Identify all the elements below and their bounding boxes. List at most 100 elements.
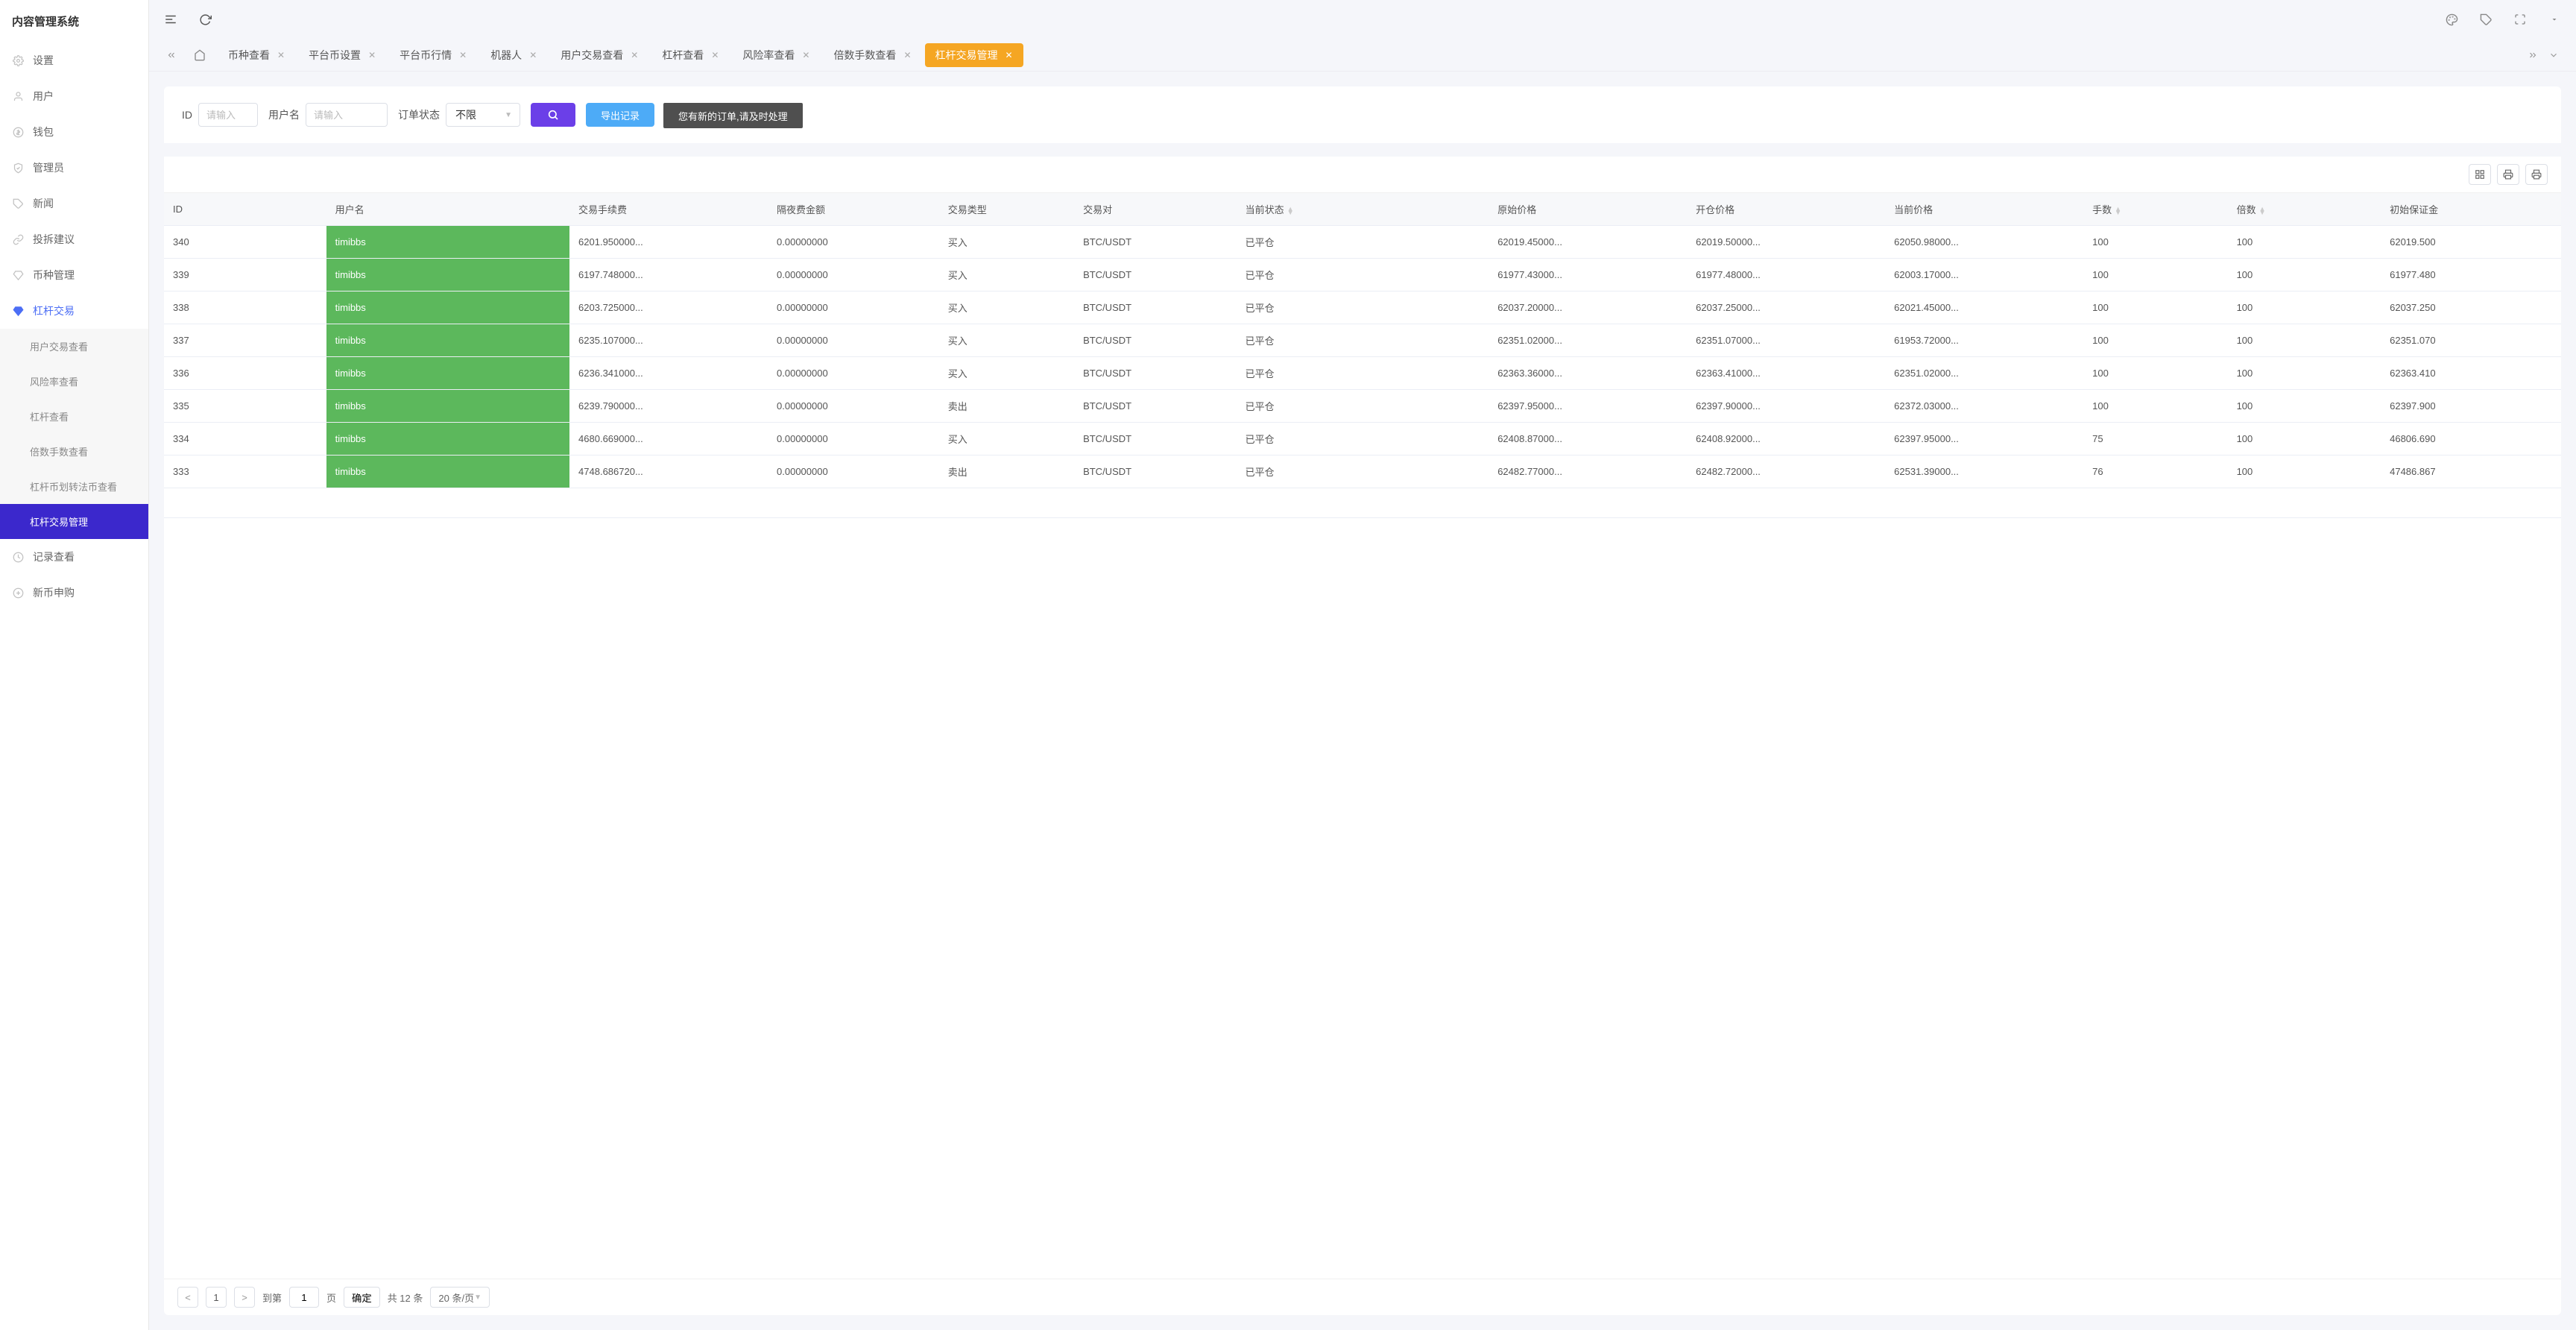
- status-select[interactable]: 不限 ▼: [446, 103, 520, 127]
- fullscreen-icon[interactable]: [2513, 13, 2527, 26]
- table-cell: BTC/USDT: [1074, 456, 1237, 488]
- table-wrap[interactable]: ID用户名交易手续费隔夜费金额交易类型交易对当前状态▲▼原始价格开仓价格当前价格…: [164, 193, 2561, 1279]
- table-cell: 100: [2083, 390, 2227, 423]
- close-icon[interactable]: ✕: [1006, 50, 1013, 60]
- home-tab[interactable]: [185, 45, 215, 66]
- sidebar-sub-lever-mgmt[interactable]: 杠杆交易管理: [0, 504, 148, 539]
- close-icon[interactable]: ✕: [631, 50, 638, 60]
- table-row[interactable]: 339timibbs6197.748000...0.00000000买入BTC/…: [164, 259, 2561, 291]
- sidebar-item-records[interactable]: 记录查看: [0, 539, 148, 575]
- table-row[interactable]: 333timibbs4748.686720...0.00000000卖出BTC/…: [164, 456, 2561, 488]
- table-cell: 333: [164, 456, 326, 488]
- search-button[interactable]: [531, 103, 575, 127]
- table-cell: 62363.410: [2381, 357, 2561, 390]
- table-cell: 62408.87000...: [1489, 423, 1687, 456]
- tabs-next-icon[interactable]: [2525, 50, 2540, 60]
- sidebar-item-admin[interactable]: 管理员: [0, 150, 148, 186]
- username-label: 用户名: [268, 107, 300, 122]
- table-cell: 100: [2083, 226, 2227, 259]
- page-input[interactable]: [289, 1287, 319, 1308]
- table-cell: 62019.500: [2381, 226, 2561, 259]
- sidebar-item-coin-mgmt[interactable]: 币种管理: [0, 257, 148, 293]
- table-row[interactable]: 338timibbs6203.725000...0.00000000买入BTC/…: [164, 291, 2561, 324]
- sidebar-sub-lots[interactable]: 倍数手数查看: [0, 434, 148, 469]
- id-input[interactable]: [198, 103, 258, 127]
- table-header-cell[interactable]: 手数▲▼: [2083, 193, 2227, 226]
- table-row[interactable]: 334timibbs4680.669000...0.00000000买入BTC/…: [164, 423, 2561, 456]
- sidebar-item-label: 币种管理: [33, 268, 75, 283]
- sidebar-item-users[interactable]: 用户: [0, 78, 148, 114]
- sidebar-item-news[interactable]: 新闻: [0, 186, 148, 221]
- tabs-prev-icon[interactable]: [164, 50, 179, 60]
- table-cell: 62531.39000...: [1885, 456, 2083, 488]
- theme-icon[interactable]: [2445, 13, 2458, 26]
- sidebar-item-settings[interactable]: 设置: [0, 42, 148, 78]
- table-header-cell[interactable]: 当前状态▲▼: [1237, 193, 1489, 226]
- menu-toggle-icon[interactable]: [164, 13, 177, 26]
- close-icon[interactable]: ✕: [277, 50, 285, 60]
- tab-platform-coin-market[interactable]: 平台币行情✕: [389, 43, 477, 67]
- page-1-button[interactable]: 1: [206, 1287, 227, 1308]
- tab-user-trade[interactable]: 用户交易查看✕: [550, 43, 648, 67]
- sidebar-sub-risk[interactable]: 风险率查看: [0, 364, 148, 399]
- table-header-cell: 用户名: [326, 193, 569, 226]
- sidebar-item-leverage[interactable]: 杠杆交易: [0, 293, 148, 329]
- sidebar-menu: 设置 用户 钱包 管理员 新闻 投拆建议: [0, 42, 148, 1330]
- page-size-select[interactable]: 20 条/页 ▼: [430, 1287, 490, 1308]
- tab-lever-view[interactable]: 杠杆查看✕: [651, 43, 729, 67]
- close-icon[interactable]: ✕: [711, 50, 719, 60]
- table-cell: 62397.95000...: [1885, 423, 2083, 456]
- page-prev-button[interactable]: <: [177, 1287, 198, 1308]
- page-suffix: 页: [326, 1290, 336, 1305]
- sidebar-item-feedback[interactable]: 投拆建议: [0, 221, 148, 257]
- table-cell: 100: [2228, 390, 2381, 423]
- table-row[interactable]: 336timibbs6236.341000...0.00000000买入BTC/…: [164, 357, 2561, 390]
- tags-icon[interactable]: [2479, 13, 2493, 26]
- grid-icon[interactable]: [2469, 164, 2491, 185]
- tabs-menu-icon[interactable]: [2546, 50, 2561, 60]
- table-header-cell: 交易类型: [939, 193, 1074, 226]
- table-cell: BTC/USDT: [1074, 357, 1237, 390]
- sidebar-item-label: 新币申购: [33, 585, 75, 600]
- sidebar-sub-transfer[interactable]: 杠杆币划转法币查看: [0, 469, 148, 504]
- print-icon[interactable]: [2497, 164, 2519, 185]
- sidebar-item-newcoin[interactable]: 新币申购: [0, 575, 148, 611]
- table-cell: timibbs: [326, 423, 569, 456]
- table-cell: 62351.02000...: [1885, 357, 2083, 390]
- table-cell: 100: [2083, 357, 2227, 390]
- table-row[interactable]: 340timibbs6201.950000...0.00000000买入BTC/…: [164, 226, 2561, 259]
- diamond-icon: [12, 305, 24, 317]
- tab-platform-coin-set[interactable]: 平台币设置✕: [298, 43, 386, 67]
- close-icon[interactable]: ✕: [903, 50, 911, 60]
- page-confirm-button[interactable]: 确定: [344, 1287, 380, 1308]
- tab-lever-mgmt[interactable]: 杠杆交易管理✕: [925, 43, 1023, 67]
- dropdown-icon[interactable]: [2548, 13, 2561, 26]
- print2-icon[interactable]: [2525, 164, 2548, 185]
- page-next-button[interactable]: >: [234, 1287, 255, 1308]
- table-cell: BTC/USDT: [1074, 259, 1237, 291]
- table-row[interactable]: 335timibbs6239.790000...0.00000000卖出BTC/…: [164, 390, 2561, 423]
- sidebar-item-wallet[interactable]: 钱包: [0, 114, 148, 150]
- tab-risk[interactable]: 风险率查看✕: [732, 43, 820, 67]
- table-cell: 62037.250: [2381, 291, 2561, 324]
- username-input[interactable]: [306, 103, 388, 127]
- sidebar-sub-lever-view[interactable]: 杠杆查看: [0, 399, 148, 434]
- export-button[interactable]: 导出记录: [586, 103, 654, 127]
- tab-robot[interactable]: 机器人✕: [480, 43, 547, 67]
- sidebar-item-label: 记录查看: [33, 549, 75, 564]
- sidebar-item-label: 投拆建议: [33, 232, 75, 247]
- tab-lots[interactable]: 倍数手数查看✕: [823, 43, 921, 67]
- table-cell: timibbs: [326, 324, 569, 357]
- tab-coin-view[interactable]: 币种查看✕: [218, 43, 295, 67]
- refresh-icon[interactable]: [198, 13, 212, 26]
- table-row[interactable]: 337timibbs6235.107000...0.00000000买入BTC/…: [164, 324, 2561, 357]
- close-icon[interactable]: ✕: [459, 50, 467, 60]
- table-cell: 0.00000000: [768, 390, 939, 423]
- table-header-cell[interactable]: 倍数▲▼: [2228, 193, 2381, 226]
- close-icon[interactable]: ✕: [802, 50, 809, 60]
- close-icon[interactable]: ✕: [368, 50, 376, 60]
- user-icon: [12, 90, 24, 102]
- table-cell: 已平仓: [1237, 324, 1489, 357]
- close-icon[interactable]: ✕: [529, 50, 537, 60]
- sidebar-sub-user-trade[interactable]: 用户交易查看: [0, 329, 148, 364]
